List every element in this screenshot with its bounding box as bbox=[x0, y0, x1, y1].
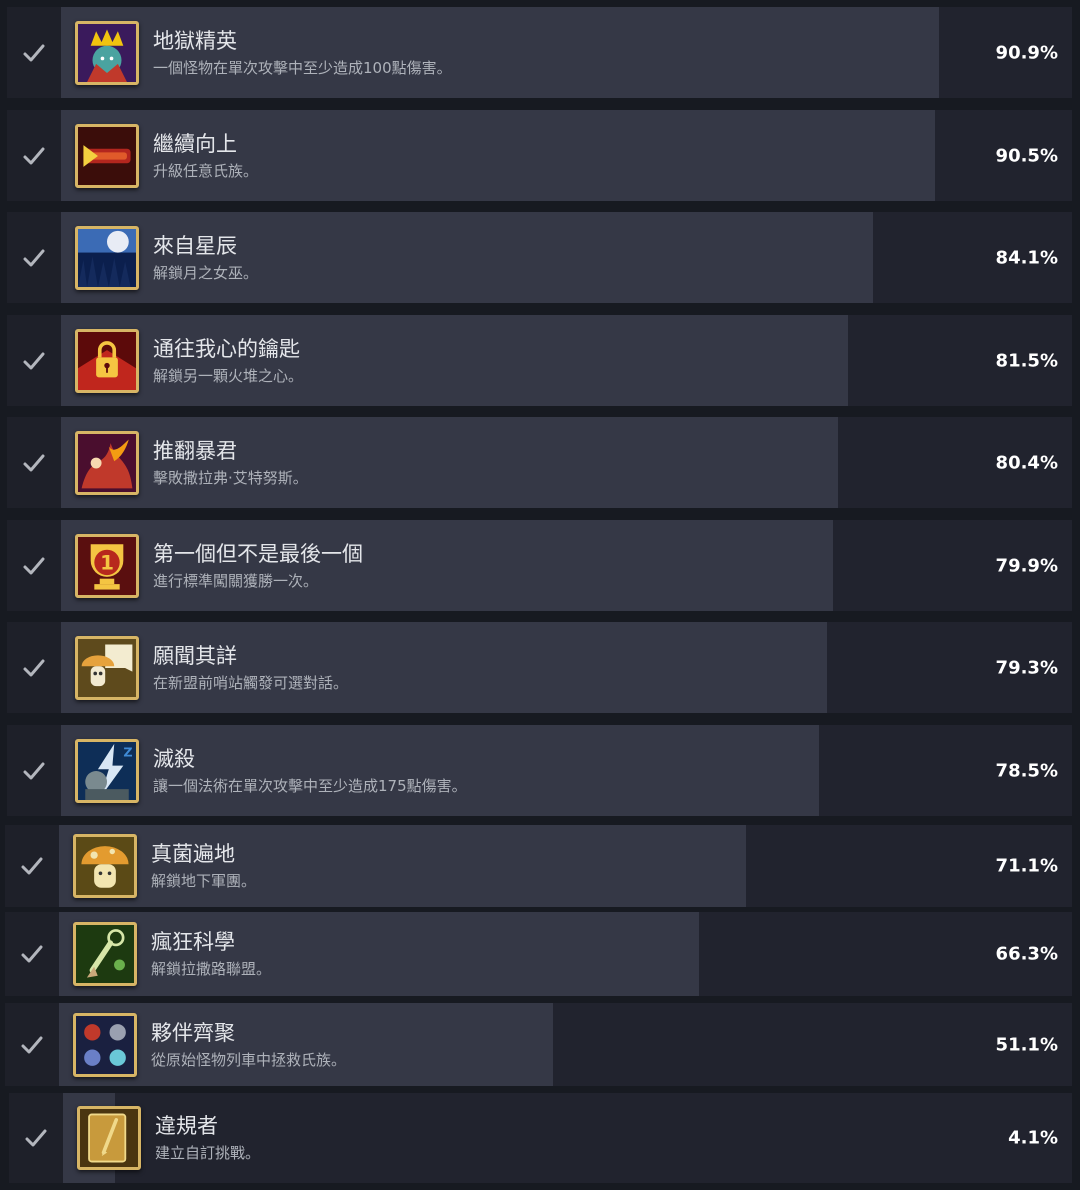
achievement-title: 通往我心的鑰匙 bbox=[153, 336, 300, 361]
checkmark-icon bbox=[7, 520, 61, 611]
achievement-text: 違規者建立自訂挑戰。 bbox=[155, 1114, 260, 1162]
demon-lord-icon bbox=[75, 20, 139, 85]
achievement-text: 來自星辰解鎖月之女巫。 bbox=[153, 234, 258, 282]
achievement-title: 來自星辰 bbox=[153, 233, 237, 258]
achievement-title: 推翻暴君 bbox=[153, 438, 237, 463]
unlock-percentage: 66.3% bbox=[995, 943, 1058, 965]
achievement-description: 在新盟前哨站觸發可選對話。 bbox=[153, 673, 349, 692]
unlock-percentage: 79.9% bbox=[995, 555, 1058, 576]
mushroom-speech-icon bbox=[75, 635, 139, 700]
achievement-description: 建立自訂挑戰。 bbox=[155, 1144, 261, 1162]
achievement-text: 地獄精英一個怪物在單次攻擊中至少造成100點傷害。 bbox=[153, 29, 452, 77]
achievement-description: 解鎖地下軍團。 bbox=[151, 872, 257, 890]
achievement-description: 解鎖拉撒路聯盟。 bbox=[151, 960, 272, 978]
unlock-percentage: 51.1% bbox=[995, 1034, 1058, 1055]
achievement-row[interactable]: 1 第一個但不是最後一個進行標準闖關獲勝一次。 79.9% bbox=[7, 520, 1072, 611]
unlock-percentage: 90.9% bbox=[995, 42, 1058, 63]
svg-text:1: 1 bbox=[100, 551, 114, 574]
checkmark-icon bbox=[7, 212, 61, 303]
achievement-row[interactable]: 違規者建立自訂挑戰。 4.1% bbox=[9, 1093, 1072, 1183]
checkmark-icon bbox=[7, 417, 61, 508]
achievement-list: 地獄精英一個怪物在單次攻擊中至少造成100點傷害。 90.9% 繼續向上升級任意氏族… bbox=[0, 0, 1080, 1190]
achievement-description: 進行標準闖關獲勝一次。 bbox=[153, 571, 319, 590]
moon-forest-icon bbox=[75, 225, 139, 290]
checkmark-icon bbox=[5, 825, 59, 907]
checkmark-icon bbox=[7, 725, 61, 816]
achievement-description: 升級任意氏族。 bbox=[153, 161, 259, 180]
svg-text:Z: Z bbox=[123, 744, 132, 759]
achievement-title: 真菌遍地 bbox=[151, 842, 235, 866]
checkmark-icon bbox=[7, 110, 61, 201]
mad-science-icon bbox=[73, 922, 137, 986]
unlock-percentage: 71.1% bbox=[995, 855, 1058, 877]
achievement-description: 一個怪物在單次攻擊中至少造成100點傷害。 bbox=[153, 58, 452, 77]
lightning-golem-icon: Z bbox=[75, 738, 139, 803]
achievement-text: 真菌遍地解鎖地下軍團。 bbox=[151, 842, 256, 890]
achievement-text: 瘋狂科學解鎖拉撒路聯盟。 bbox=[151, 930, 271, 978]
achievement-title: 違規者 bbox=[155, 1114, 218, 1138]
checkmark-icon bbox=[7, 315, 61, 406]
achievement-title: 繼續向上 bbox=[153, 131, 237, 156]
mushroom-icon bbox=[73, 834, 137, 898]
unlock-percentage: 81.5% bbox=[995, 350, 1058, 371]
trophy-one-icon: 1 bbox=[75, 533, 139, 598]
checkmark-icon bbox=[7, 7, 61, 98]
achievement-description: 讓一個法術在單次攻擊中至少造成175點傷害。 bbox=[153, 776, 467, 795]
achievement-text: 繼續向上升級任意氏族。 bbox=[153, 132, 258, 180]
unlock-percentage: 4.1% bbox=[1008, 1127, 1058, 1149]
achievement-row[interactable]: 瘋狂科學解鎖拉撒路聯盟。 66.3% bbox=[5, 912, 1072, 996]
achievement-row[interactable]: 真菌遍地解鎖地下軍團。 71.1% bbox=[5, 825, 1072, 907]
achievement-description: 擊敗撒拉弗·艾特努斯。 bbox=[153, 468, 308, 487]
achievement-text: 通往我心的鑰匙解鎖另一顆火堆之心。 bbox=[153, 337, 303, 385]
unlock-percentage: 84.1% bbox=[995, 247, 1058, 268]
achievement-row[interactable]: 繼續向上升級任意氏族。 90.5% bbox=[7, 110, 1072, 201]
achievement-text: 滅殺讓一個法術在單次攻擊中至少造成175點傷害。 bbox=[153, 747, 467, 795]
arrow-bar-icon bbox=[75, 123, 139, 188]
achievement-text: 夥伴齊聚從原始怪物列車中拯救氏族。 bbox=[151, 1021, 346, 1069]
achievement-text: 第一個但不是最後一個進行標準闖關獲勝一次。 bbox=[153, 542, 363, 590]
checkmark-icon bbox=[9, 1093, 63, 1183]
achievement-row[interactable]: 通往我心的鑰匙解鎖另一顆火堆之心。 81.5% bbox=[7, 315, 1072, 406]
unlock-percentage: 80.4% bbox=[995, 452, 1058, 473]
achievement-title: 夥伴齊聚 bbox=[151, 1020, 235, 1045]
checkmark-icon bbox=[7, 622, 61, 713]
checkmark-icon bbox=[5, 912, 59, 996]
achievement-text: 推翻暴君擊敗撒拉弗·艾特努斯。 bbox=[153, 439, 308, 487]
unlock-percentage: 78.5% bbox=[995, 760, 1058, 781]
achievement-row[interactable]: 來自星辰解鎖月之女巫。 84.1% bbox=[7, 212, 1072, 303]
achievement-row[interactable]: 地獄精英一個怪物在單次攻擊中至少造成100點傷害。 90.9% bbox=[7, 7, 1072, 98]
achievement-title: 第一個但不是最後一個 bbox=[153, 541, 363, 566]
heart-lock-icon bbox=[75, 328, 139, 393]
achievement-description: 解鎖月之女巫。 bbox=[153, 263, 259, 282]
achievement-title: 瘋狂科學 bbox=[151, 930, 235, 954]
achievement-row[interactable]: Z 滅殺讓一個法術在單次攻擊中至少造成175點傷害。 78.5% bbox=[7, 725, 1072, 816]
achievement-text: 願聞其詳在新盟前哨站觸發可選對話。 bbox=[153, 644, 348, 692]
tyrant-icon bbox=[75, 430, 139, 495]
unlock-percentage: 79.3% bbox=[995, 657, 1058, 678]
achievement-title: 願聞其詳 bbox=[153, 643, 237, 668]
unlock-percentage: 90.5% bbox=[995, 145, 1058, 166]
achievement-title: 地獄精英 bbox=[153, 28, 237, 53]
checkmark-icon bbox=[5, 1003, 59, 1086]
achievement-description: 解鎖另一顆火堆之心。 bbox=[153, 366, 304, 385]
achievement-row[interactable]: 夥伴齊聚從原始怪物列車中拯救氏族。 51.1% bbox=[5, 1003, 1072, 1086]
achievement-description: 從原始怪物列車中拯救氏族。 bbox=[151, 1050, 347, 1069]
achievement-row[interactable]: 推翻暴君擊敗撒拉弗·艾特努斯。 80.4% bbox=[7, 417, 1072, 508]
clan-group-icon bbox=[73, 1012, 137, 1077]
achievement-title: 滅殺 bbox=[153, 746, 195, 771]
achievement-row[interactable]: 願聞其詳在新盟前哨站觸發可選對話。 79.3% bbox=[7, 622, 1072, 713]
scroll-pen-icon bbox=[77, 1106, 141, 1170]
